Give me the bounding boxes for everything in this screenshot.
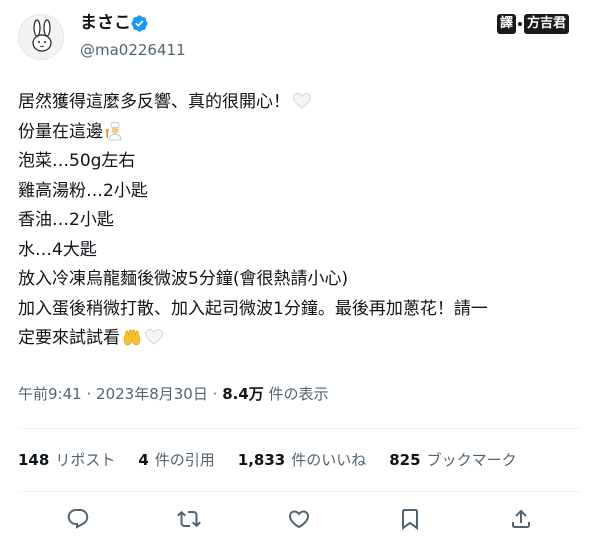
view-count-label: 件の表示: [268, 385, 329, 403]
tweet-meta: 午前9:41 · 2023年8月30日 · 8.4万 件の表示: [18, 384, 329, 404]
share-button[interactable]: [508, 506, 534, 532]
tweet-line: 泡菜…50g左右: [18, 151, 136, 171]
bookmark-icon: [402, 509, 418, 530]
white-heart-icon: [292, 92, 312, 109]
stat-bookmarks[interactable]: 825 ブックマーク: [389, 449, 516, 471]
white-heart-icon: [144, 328, 164, 345]
tweet-line: 定要來試試看: [18, 324, 583, 354]
stat-likes[interactable]: 1,833 件のいいね: [238, 449, 366, 471]
view-count: 8.4万: [222, 385, 264, 403]
user-handle[interactable]: @ma0226411: [80, 40, 186, 60]
reply-button[interactable]: [65, 506, 91, 532]
cook-icon: [105, 121, 122, 140]
tweet-line: 份量在這邊: [18, 118, 583, 148]
tweet-header: まさこ @ma0226411 譯 方吉君: [0, 0, 598, 70]
separator: ·: [86, 385, 92, 403]
tweet-text: 居然獲得這麼多反響、真的很開心！ 份量在這邊 泡菜…50g左右 雞高湯粉…2小匙…: [18, 88, 583, 354]
engagement-stats: 148 リポスト 4 件の引用 1,833 件のいいね 825 ブックマーク: [18, 449, 540, 471]
watermark-left: 譯: [497, 14, 517, 34]
like-button[interactable]: [286, 506, 312, 532]
retweet-icon: [177, 510, 201, 528]
bookmark-button[interactable]: [397, 506, 423, 532]
share-icon: [512, 509, 530, 528]
tweet-line: 香油…2小匙: [18, 210, 114, 230]
divider: [18, 428, 580, 429]
avatar[interactable]: [18, 14, 64, 60]
separator: ·: [212, 385, 218, 403]
tweet-line: 水…4大匙: [18, 239, 97, 260]
raising-hands-icon: [123, 329, 141, 346]
stat-quotes[interactable]: 4 件の引用: [138, 449, 214, 471]
reply-icon: [67, 509, 89, 529]
watermark: 譯 方吉君: [497, 13, 570, 35]
tweet-time[interactable]: 午前9:41: [18, 385, 82, 403]
rabbit-avatar-icon: [32, 19, 52, 52]
tweet-line: 雞高湯粉…2小匙: [18, 180, 148, 201]
tweet-date[interactable]: 2023年8月30日: [96, 385, 208, 403]
tweet-line: 加入蛋後稍微打散、加入起司微波1分鐘。最後再加蔥花！請一: [18, 298, 488, 319]
verified-badge-icon: [131, 15, 148, 32]
tweet-line: 居然獲得這麼多反響、真的很開心！: [18, 88, 583, 118]
action-bar: [0, 506, 598, 536]
display-name[interactable]: まさこ: [80, 12, 131, 34]
watermark-right: 方吉君: [524, 14, 570, 34]
watermark-dot: [518, 22, 523, 26]
retweet-button[interactable]: [176, 506, 202, 532]
divider: [18, 491, 580, 492]
like-icon: [288, 510, 310, 529]
stat-retweets[interactable]: 148 リポスト: [18, 449, 115, 471]
tweet-line: 放入冷凍烏龍麵後微波5分鐘(會很熱請小心): [18, 269, 349, 289]
